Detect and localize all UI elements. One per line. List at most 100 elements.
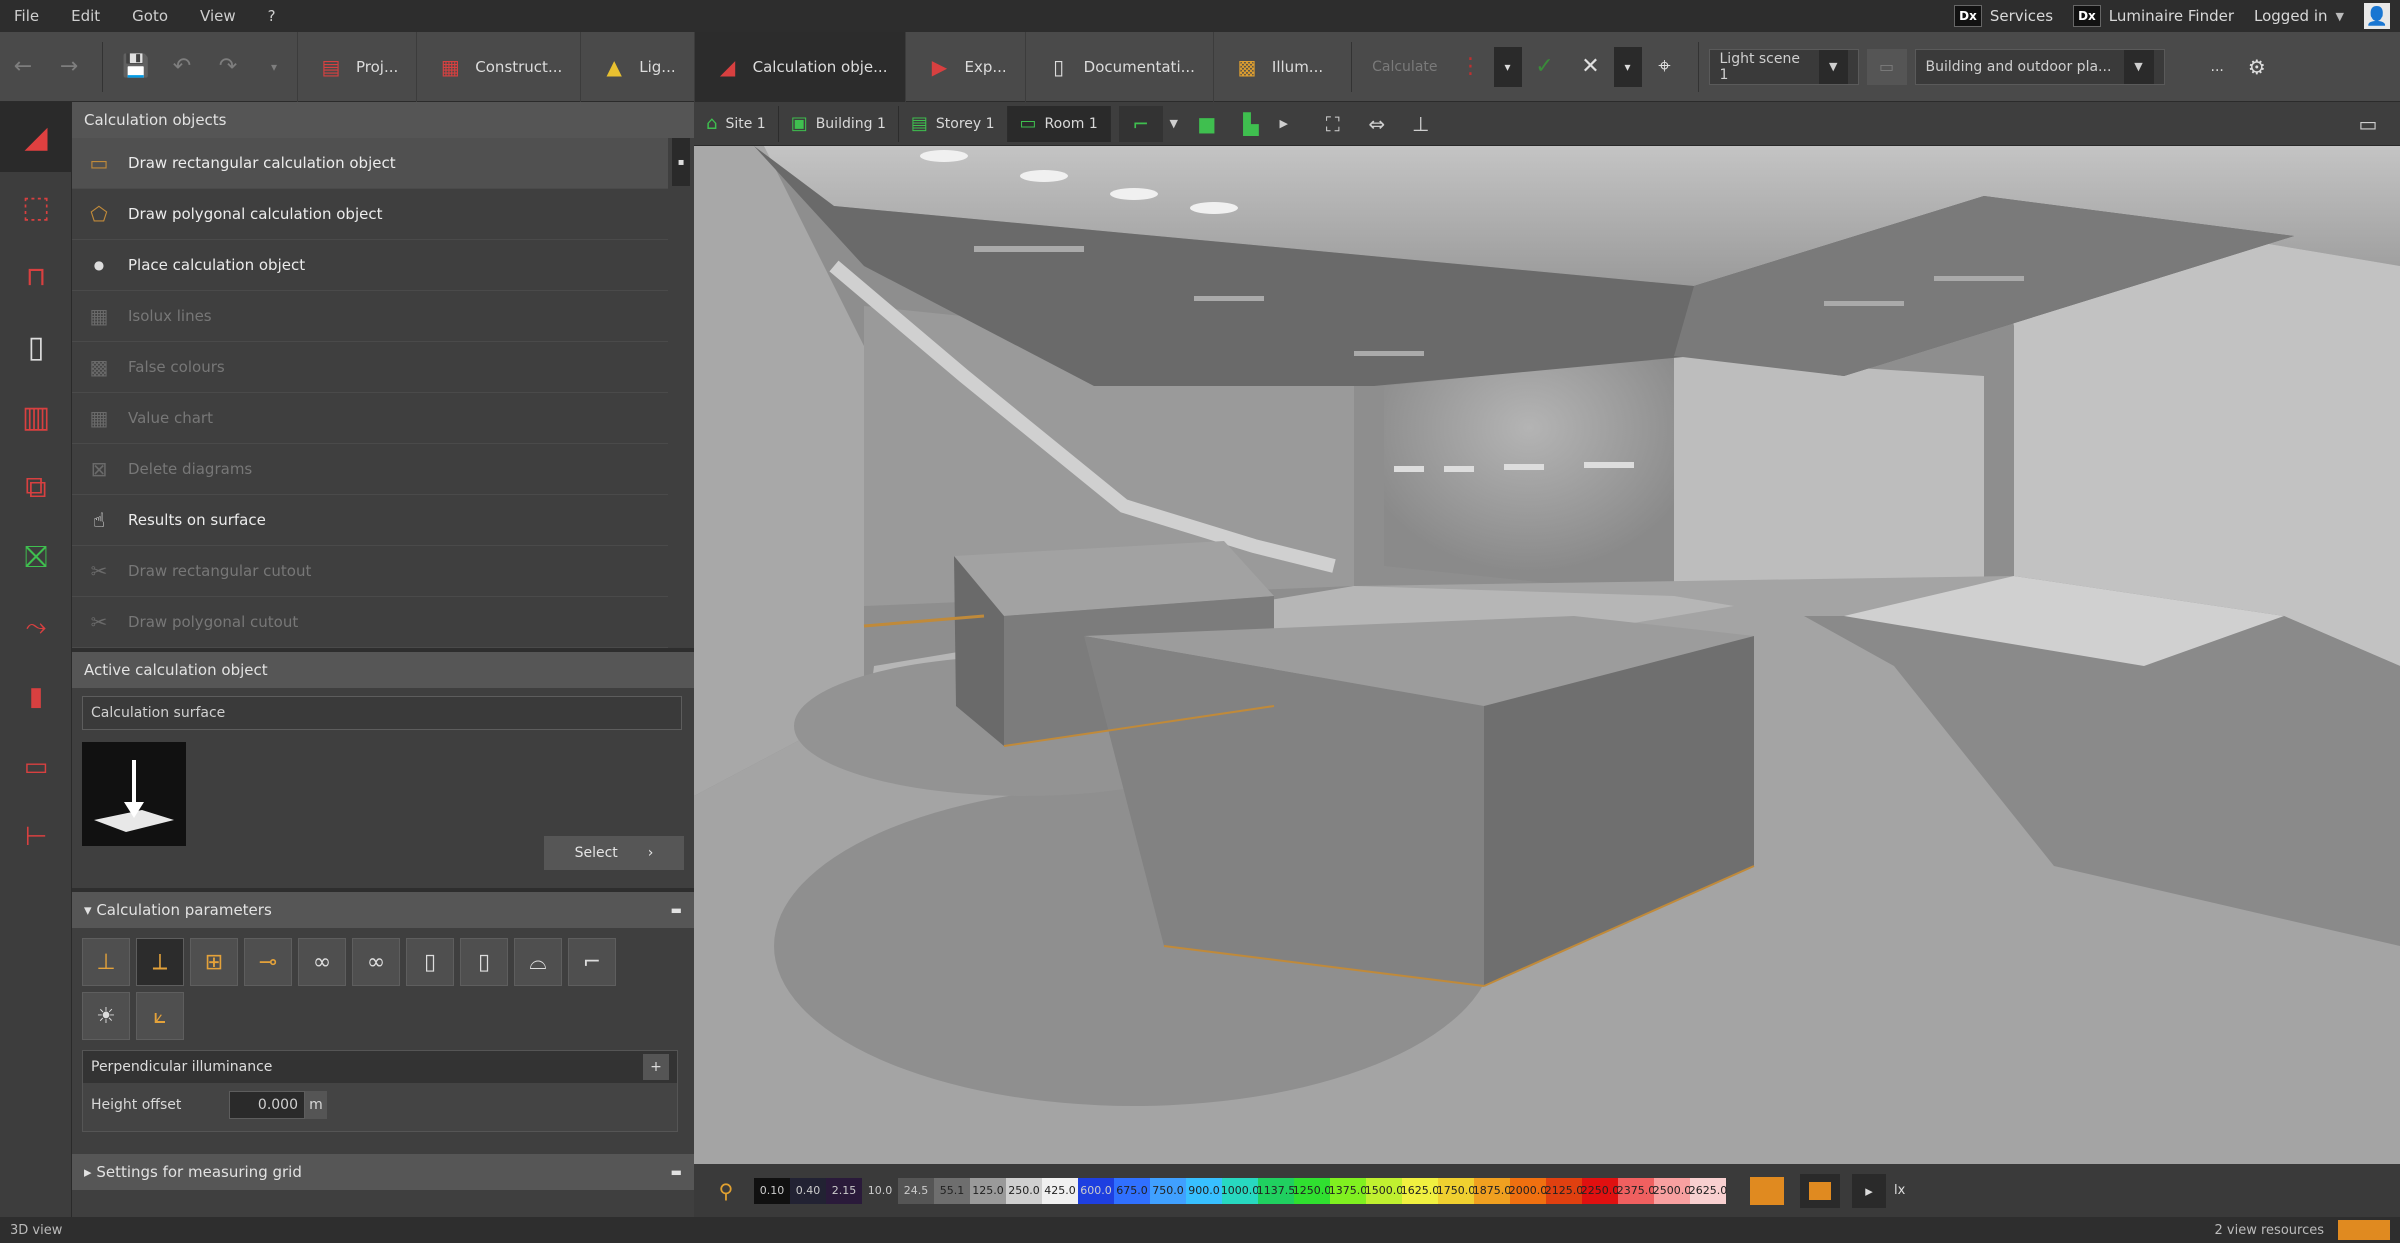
collapse-icon[interactable]: ▬: [671, 903, 682, 917]
measuring-grid-header[interactable]: ▸ Settings for measuring grid ▬: [72, 1154, 694, 1190]
settings-icon[interactable]: ⚙: [2234, 44, 2280, 90]
calculation-objects-icon[interactable]: ◢: [0, 102, 72, 172]
chevron-down-icon[interactable]: ▼: [1163, 106, 1185, 142]
parameter-type-row[interactable]: Perpendicular illuminance +: [83, 1051, 677, 1083]
monitor-icon[interactable]: ▭: [2346, 106, 2390, 142]
cylindrical-illuminance-icon[interactable]: ∞: [298, 938, 346, 986]
shelf-icon[interactable]: ▥: [0, 382, 72, 452]
ugr-icon[interactable]: ⟀: [136, 992, 184, 1040]
delete-dropdown-icon[interactable]: ▾: [1613, 46, 1642, 87]
legend-settings-icon[interactable]: ⚲: [710, 1175, 742, 1207]
scrollbar-thumb[interactable]: ▪: [672, 138, 690, 186]
tab-export[interactable]: ▶ Exp...: [905, 31, 1024, 102]
undo-icon[interactable]: ↶: [159, 44, 205, 90]
calculation-parameters-header[interactable]: ▾ Calculation parameters ▬: [72, 892, 694, 928]
fit-width-icon[interactable]: ⇔: [1355, 106, 1399, 142]
measure-tool-icon[interactable]: ⊥: [1399, 106, 1443, 142]
calculate-button[interactable]: Calculate: [1362, 59, 1447, 75]
collapse-icon[interactable]: ▬: [671, 1165, 682, 1179]
breadcrumb-room[interactable]: ▭ Room 1: [1007, 105, 1111, 142]
play-icon[interactable]: ▸: [1852, 1173, 1886, 1208]
breadcrumb-storey[interactable]: ▤ Storey 1: [899, 105, 1008, 142]
target-icon[interactable]: ⌖: [1642, 44, 1688, 90]
draw-rectangular-cutout-button[interactable]: ✂ Draw rectangular cutout: [72, 546, 668, 597]
stop-icon[interactable]: ⋮: [1448, 44, 1494, 90]
breadcrumb-building[interactable]: ▣ Building 1: [779, 105, 899, 142]
cylinder-icon[interactable]: ▯: [0, 312, 72, 382]
plus-icon[interactable]: +: [643, 1054, 669, 1080]
hemispherical-illuminance-icon[interactable]: ⌓: [514, 938, 562, 986]
draw-polygonal-calculation-object-button[interactable]: ⬠ Draw polygonal calculation object: [72, 189, 668, 240]
delete-diagrams-button[interactable]: ⊠ Delete diagrams: [72, 444, 668, 495]
door-icon[interactable]: ▮: [0, 662, 72, 732]
menu-help[interactable]: ?: [254, 7, 294, 25]
check-icon[interactable]: ✓: [1522, 44, 1568, 90]
zoom-extents-icon[interactable]: ⛶: [1311, 106, 1355, 142]
value-chart-button[interactable]: ▦ Value chart: [72, 393, 668, 444]
tab-project[interactable]: ▤ Proj...: [297, 31, 416, 102]
floor-view-icon[interactable]: ▙: [1229, 106, 1273, 142]
menu-goto[interactable]: Goto: [118, 7, 186, 25]
stairs-icon[interactable]: ⌐: [1118, 105, 1163, 142]
save-icon[interactable]: 💾: [113, 44, 159, 90]
semi-spherical-icon[interactable]: ▯: [460, 938, 508, 986]
user-icon[interactable]: 👤: [2364, 3, 2390, 29]
tab-documentation[interactable]: ▯ Documentati...: [1024, 31, 1213, 102]
forward-icon[interactable]: →: [46, 44, 92, 90]
redo-dropdown-icon[interactable]: ▾: [251, 44, 297, 90]
measure-icon[interactable]: ⊢: [0, 802, 72, 872]
parameter-type-value: Perpendicular illuminance: [91, 1059, 273, 1075]
colour-palette-swatch[interactable]: [1750, 1176, 1784, 1205]
tab-light[interactable]: ▲ Lig...: [580, 31, 693, 102]
view-mode-select[interactable]: Building and outdoor pla... ▼: [1914, 48, 2165, 85]
more-button[interactable]: ...: [2201, 59, 2234, 75]
perpendicular-illuminance-icon[interactable]: ⊥: [82, 938, 130, 986]
window-icon[interactable]: ▭: [0, 732, 72, 802]
horizontal-illuminance-icon[interactable]: ⟂: [136, 938, 184, 986]
semi-cylindrical-illuminance-icon[interactable]: ∞: [352, 938, 400, 986]
palette-icon[interactable]: [1800, 1173, 1840, 1208]
services-button[interactable]: Dx Services: [1954, 5, 2053, 27]
height-offset-input[interactable]: 0.000: [229, 1091, 305, 1119]
grid-illuminance-icon[interactable]: ⊞: [190, 938, 238, 986]
results-on-surface-button[interactable]: ☝ Results on surface: [72, 495, 668, 546]
light-scene-select[interactable]: Light scene 1 ▼: [1708, 48, 1859, 85]
luminaire-finder-button[interactable]: Dx Luminaire Finder: [2073, 5, 2234, 27]
light-scene-settings-icon[interactable]: ▭: [1866, 48, 1907, 85]
diagram-icon[interactable]: ⤳: [0, 592, 72, 662]
tab-label: Documentati...: [1083, 57, 1195, 76]
redo-icon[interactable]: ↷: [205, 44, 251, 90]
calculate-dropdown-icon[interactable]: ▾: [1493, 46, 1522, 87]
copy-icon[interactable]: ⧉: [0, 452, 72, 522]
legend-cell: 24.5: [898, 1177, 934, 1204]
observer-icon[interactable]: ⌐: [568, 938, 616, 986]
menu-edit[interactable]: Edit: [57, 7, 118, 25]
logged-in-menu[interactable]: Logged in ▼: [2254, 7, 2344, 25]
chevron-right-icon[interactable]: ▶: [1273, 106, 1295, 142]
draw-polygonal-cutout-button[interactable]: ✂ Draw polygonal cutout: [72, 597, 668, 648]
3d-viewport[interactable]: [694, 146, 2400, 1164]
vertical-illuminance-icon[interactable]: ⊸: [244, 938, 292, 986]
luminance-icon[interactable]: ▯: [406, 938, 454, 986]
tab-illumination[interactable]: ▩ Illum...: [1212, 31, 1341, 102]
daylight-icon[interactable]: ☀: [82, 992, 130, 1040]
cube-icon[interactable]: ⬚: [0, 172, 72, 242]
draw-rectangular-calculation-object-button[interactable]: ▭ Draw rectangular calculation object: [72, 138, 668, 189]
back-icon[interactable]: ←: [0, 44, 46, 90]
table-icon[interactable]: ⊓: [0, 242, 72, 312]
active-object-name-field[interactable]: Calculation surface: [82, 696, 682, 730]
close-icon[interactable]: ✕: [1568, 44, 1614, 90]
tab-construction[interactable]: ▦ Construct...: [416, 31, 580, 102]
box-view-icon[interactable]: ■: [1185, 106, 1229, 142]
place-calculation-object-button[interactable]: ● Place calculation object: [72, 240, 668, 291]
select-button[interactable]: Select ›: [544, 836, 684, 870]
breadcrumb-site[interactable]: ⌂ Site 1: [694, 105, 779, 142]
menu-file[interactable]: File: [0, 7, 57, 25]
dialux-logo-icon: Dx: [1954, 5, 1982, 27]
emergency-exit-icon[interactable]: ⛝: [0, 522, 72, 592]
false-colours-button[interactable]: ▩ False colours: [72, 342, 668, 393]
tab-calculation-objects[interactable]: ◢ Calculation obje...: [693, 31, 906, 102]
building-icon: ▣: [790, 113, 808, 134]
menu-view[interactable]: View: [186, 7, 254, 25]
isolux-lines-button[interactable]: ▦ Isolux lines: [72, 291, 668, 342]
